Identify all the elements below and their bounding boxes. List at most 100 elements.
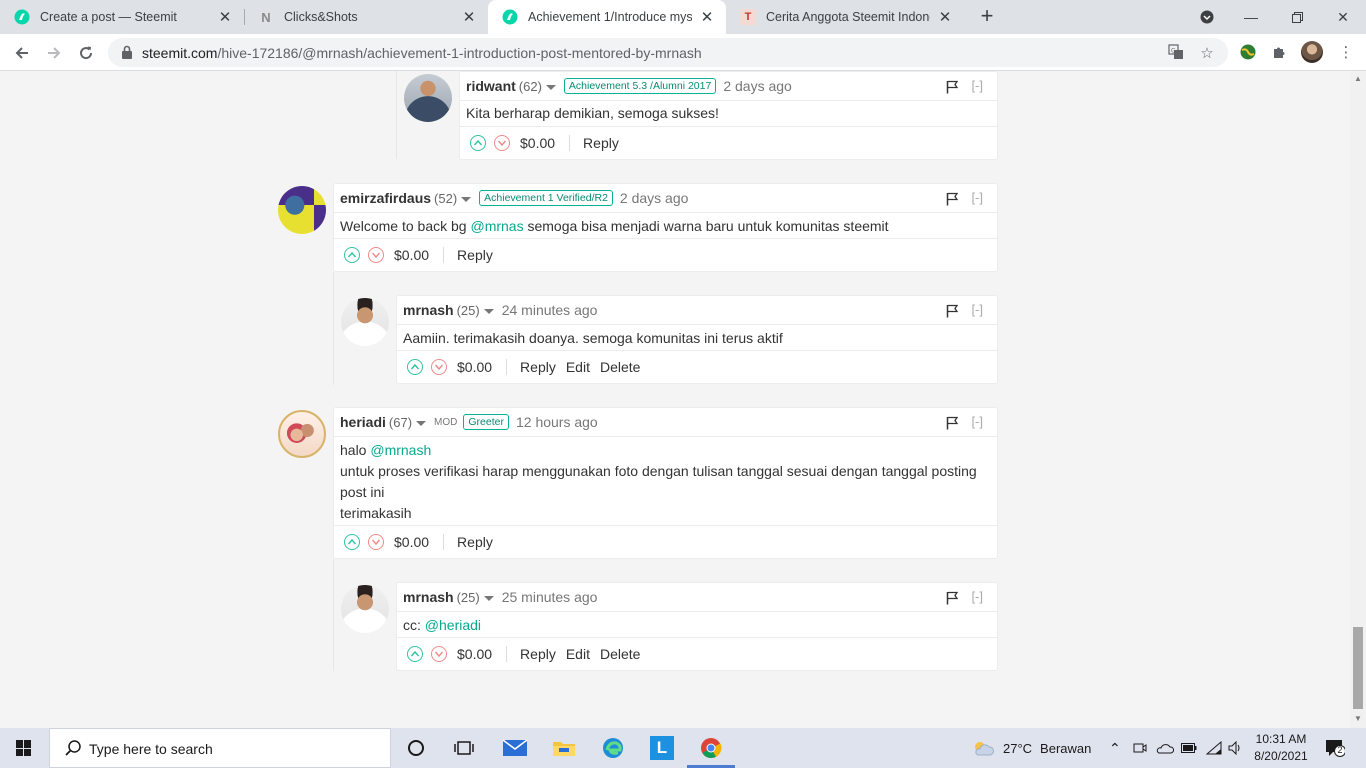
bookmark-star-icon[interactable]: ☆	[1198, 44, 1216, 62]
flag-icon[interactable]	[946, 304, 959, 318]
mail-icon[interactable]	[503, 736, 527, 760]
task-view-icon[interactable]	[452, 736, 476, 760]
edit-link[interactable]: Edit	[566, 646, 590, 662]
timestamp[interactable]: 2 days ago	[723, 78, 792, 94]
taskbar-search-box[interactable]: Type here to search	[49, 728, 391, 768]
flag-icon[interactable]	[946, 416, 959, 430]
close-tab-icon[interactable]: ✕	[936, 8, 954, 26]
weather-widget[interactable]: 27°C Berawan	[972, 728, 1091, 768]
avatar[interactable]	[278, 186, 326, 234]
reply-link[interactable]: Reply	[520, 359, 556, 375]
user-mention-link[interactable]: @mrnash	[370, 442, 431, 458]
reply-link[interactable]: Reply	[520, 646, 556, 662]
payout-amount[interactable]: $0.00	[457, 646, 508, 662]
back-arrow-icon[interactable]	[9, 40, 35, 66]
collapse-toggle[interactable]: [-]	[971, 190, 983, 205]
app-l-icon[interactable]: L	[650, 736, 674, 760]
address-bar[interactable]: steemit.com/hive-172186/@mrnash/achievem…	[108, 38, 1228, 67]
chevron-down-icon[interactable]	[483, 308, 494, 314]
wifi-icon[interactable]	[1206, 728, 1222, 768]
reload-icon[interactable]	[73, 40, 99, 66]
meet-now-icon[interactable]	[1133, 728, 1147, 768]
chrome-icon[interactable]	[699, 736, 723, 760]
browser-tab-achievement[interactable]: Achievement 1/Introduce myself ✕	[488, 0, 726, 34]
forward-arrow-icon[interactable]	[41, 40, 67, 66]
downvote-icon[interactable]	[368, 534, 384, 550]
minimize-button[interactable]: —	[1228, 0, 1274, 34]
edit-link[interactable]: Edit	[566, 359, 590, 375]
flag-icon[interactable]	[946, 80, 959, 94]
notification-center-icon[interactable]: 2	[1325, 739, 1346, 757]
payout-amount[interactable]: $0.00	[394, 534, 445, 550]
downvote-icon[interactable]	[494, 135, 510, 151]
author-name[interactable]: heriadi	[340, 414, 386, 430]
delete-link[interactable]: Delete	[600, 646, 640, 662]
close-tab-icon[interactable]: ✕	[216, 8, 234, 26]
windows-start-icon[interactable]	[16, 740, 32, 756]
file-explorer-icon[interactable]	[552, 736, 576, 760]
close-window-button[interactable]: ✕	[1320, 0, 1366, 34]
delete-link[interactable]: Delete	[600, 359, 640, 375]
restore-button[interactable]	[1274, 0, 1320, 34]
translate-icon[interactable]: G	[1167, 44, 1185, 62]
timestamp[interactable]: 12 hours ago	[516, 414, 598, 430]
downvote-icon[interactable]	[431, 646, 447, 662]
chevron-down-icon[interactable]	[483, 595, 494, 601]
browser-tab-create-post[interactable]: Create a post — Steemit ✕	[0, 0, 244, 34]
downvote-icon[interactable]	[368, 247, 384, 263]
chevron-down-icon[interactable]	[416, 420, 427, 426]
chevron-down-icon[interactable]	[461, 196, 472, 202]
payout-amount[interactable]: $0.00	[520, 135, 571, 151]
chevron-down-icon[interactable]	[545, 84, 556, 90]
collapse-toggle[interactable]: [-]	[971, 589, 983, 604]
collapse-toggle[interactable]: [-]	[971, 78, 983, 93]
payout-amount[interactable]: $0.00	[394, 247, 445, 263]
new-tab-button[interactable]: +	[976, 5, 998, 29]
user-mention-link[interactable]: @heriadi	[425, 617, 481, 633]
reply-link[interactable]: Reply	[457, 247, 493, 263]
timestamp[interactable]: 2 days ago	[620, 190, 689, 206]
downvote-icon[interactable]	[431, 359, 447, 375]
scroll-up-arrow-icon[interactable]: ▲	[1353, 74, 1363, 83]
browser-tab-cerita[interactable]: T Cerita Anggota Steemit Indonesia ✕	[726, 0, 964, 34]
avatar[interactable]	[278, 410, 326, 458]
system-clock[interactable]: 10:31 AM 8/20/2021	[1245, 731, 1317, 765]
upvote-icon[interactable]	[344, 534, 360, 550]
author-name[interactable]: mrnash	[403, 589, 454, 605]
extension-globe-icon[interactable]	[1238, 42, 1258, 62]
profile-avatar[interactable]	[1301, 41, 1323, 63]
avatar[interactable]	[404, 74, 452, 122]
collapse-toggle[interactable]: [-]	[971, 414, 983, 429]
author-name[interactable]: ridwant	[466, 78, 516, 94]
upvote-icon[interactable]	[344, 247, 360, 263]
page-scrollbar[interactable]: ▲ ▼	[1350, 71, 1366, 728]
volume-icon[interactable]	[1228, 728, 1242, 768]
close-tab-icon[interactable]: ✕	[460, 8, 478, 26]
scroll-down-arrow-icon[interactable]: ▼	[1353, 714, 1363, 723]
user-mention-link[interactable]: @mrnas	[470, 218, 523, 234]
edge-icon[interactable]	[601, 736, 625, 760]
upvote-icon[interactable]	[407, 359, 423, 375]
timestamp[interactable]: 25 minutes ago	[502, 589, 598, 605]
collapse-toggle[interactable]: [-]	[971, 302, 983, 317]
reply-link[interactable]: Reply	[583, 135, 619, 151]
upvote-icon[interactable]	[407, 646, 423, 662]
timestamp[interactable]: 24 minutes ago	[502, 302, 598, 318]
tab-search-button[interactable]	[1184, 0, 1230, 34]
cortana-icon[interactable]	[404, 736, 428, 760]
flag-icon[interactable]	[946, 591, 959, 605]
upvote-icon[interactable]	[470, 135, 486, 151]
url-text[interactable]: steemit.com/hive-172186/@mrnash/achievem…	[142, 45, 702, 61]
author-name[interactable]: mrnash	[403, 302, 454, 318]
extensions-puzzle-icon[interactable]	[1270, 42, 1290, 62]
battery-icon[interactable]	[1181, 728, 1197, 768]
payout-amount[interactable]: $0.00	[457, 359, 508, 375]
onedrive-cloud-icon[interactable]	[1156, 728, 1174, 768]
browser-tab-clicks-shots[interactable]: N Clicks&Shots ✕	[244, 0, 488, 34]
avatar[interactable]	[341, 585, 389, 633]
scrollbar-thumb[interactable]	[1353, 627, 1363, 709]
chevron-up-icon[interactable]: ⌃	[1109, 728, 1121, 768]
author-name[interactable]: emirzafirdaus	[340, 190, 431, 206]
close-tab-icon[interactable]: ✕	[698, 8, 716, 26]
avatar[interactable]	[341, 298, 389, 346]
